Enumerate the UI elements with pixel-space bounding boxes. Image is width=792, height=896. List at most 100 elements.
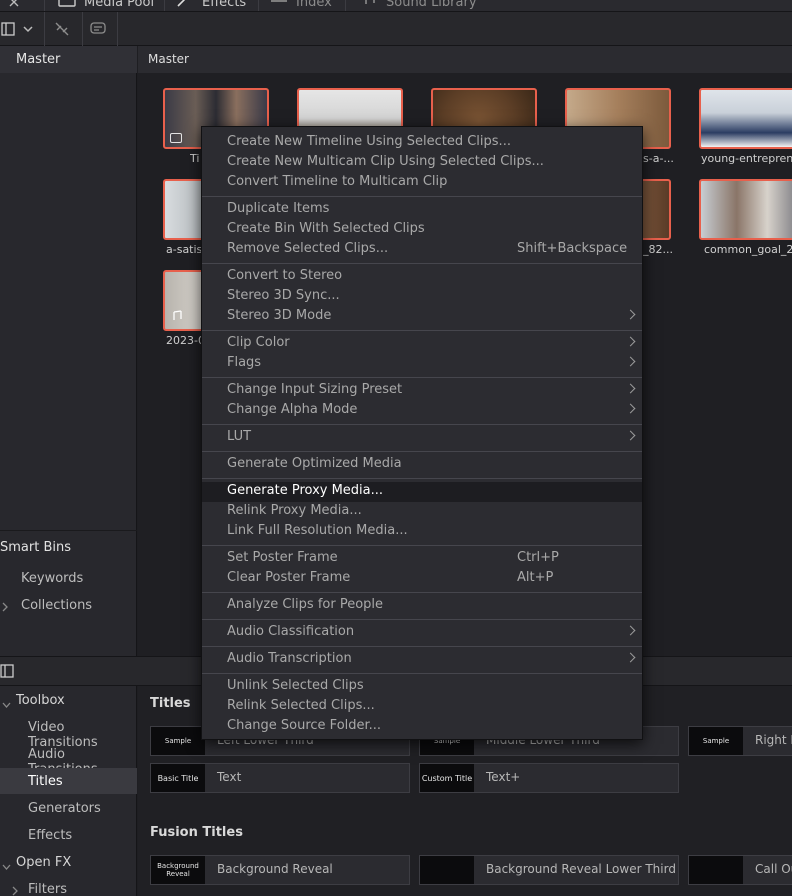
tab-label: Media Pool (84, 0, 155, 10)
bin-master[interactable]: Master (0, 46, 137, 73)
effect-name: Text+ (486, 770, 521, 784)
menu-item-link-full-resolution-media[interactable]: Link Full Resolution Media... (202, 522, 642, 542)
chevron-down-icon[interactable] (2, 697, 11, 712)
menu-item-clear-poster-frame[interactable]: Clear Poster Frame Alt+P (202, 569, 642, 589)
menu-item-audio-transcription[interactable]: Audio Transcription (202, 650, 642, 670)
effect-card-text-plus[interactable]: Custom Title Text+ (419, 763, 679, 793)
menu-separator (202, 377, 642, 378)
toolbar-divider (117, 12, 118, 46)
menu-item-relink-selected-clips[interactable]: Relink Selected Clips... (202, 697, 642, 717)
menu-item-change-source-folder[interactable]: Change Source Folder... (202, 717, 642, 737)
tab-media-pool[interactable]: Media Pool (58, 0, 155, 11)
effect-card-right-lower-third[interactable]: Sample Right Lo (688, 726, 792, 756)
menu-item-lut[interactable]: LUT (202, 428, 642, 448)
menu-item-analyze-clips-for-people[interactable]: Analyze Clips for People (202, 596, 642, 616)
menu-item-shortcut: Alt+P (517, 570, 554, 585)
chevron-down-icon[interactable] (20, 18, 36, 40)
metadata-icon[interactable] (86, 18, 110, 40)
clip-label: _82... (643, 243, 673, 256)
tab-index[interactable]: Index (270, 0, 332, 11)
bin-list-panel: Master Smart Bins Keywords Collections (0, 46, 137, 656)
clip-thumbnail[interactable] (699, 179, 792, 240)
tab-effects[interactable]: Effects (176, 0, 247, 11)
clip-thumbnail[interactable] (699, 88, 792, 149)
tab-label: Sound Library (386, 0, 477, 10)
menu-item-change-alpha-mode[interactable]: Change Alpha Mode (202, 401, 642, 421)
menu-separator (202, 263, 642, 264)
submenu-chevron-icon (625, 383, 636, 394)
menu-item-flags[interactable]: Flags (202, 354, 642, 374)
smart-bin-collections[interactable]: Collections (21, 598, 92, 613)
menu-item-stereo-3d-mode[interactable]: Stereo 3D Mode (202, 307, 642, 327)
section-titles-heading: Titles (150, 696, 191, 711)
media-pool-header: Master (138, 46, 792, 73)
chevron-down-icon[interactable] (2, 859, 11, 874)
menu-item-label: Change Input Sizing Preset (227, 382, 403, 397)
smart-bins-divider (0, 530, 137, 531)
tree-toolbox[interactable]: Toolbox (16, 693, 65, 708)
menu-item-remove-selected-clips[interactable]: Remove Selected Clips... Shift+Backspace (202, 240, 642, 260)
effect-thumbnail (420, 856, 474, 884)
tree-generators[interactable]: Generators (28, 801, 101, 816)
tree-open-fx[interactable]: Open FX (16, 855, 71, 870)
menu-separator (202, 424, 642, 425)
menu-item-create-new-timeline[interactable]: Create New Timeline Using Selected Clips… (202, 133, 642, 153)
submenu-chevron-icon (625, 625, 636, 636)
menu-separator (202, 451, 642, 452)
tree-video-transitions[interactable]: Video Transitions (28, 720, 136, 750)
menu-item-convert-timeline-multicam[interactable]: Convert Timeline to Multicam Clip (202, 173, 642, 193)
chevron-right-icon[interactable] (2, 601, 8, 616)
menu-item-create-multicam-clip[interactable]: Create New Multicam Clip Using Selected … (202, 153, 642, 173)
effect-thumbnail: Background Reveal (151, 856, 205, 884)
submenu-chevron-icon (625, 309, 636, 320)
menu-item-clip-color[interactable]: Clip Color (202, 334, 642, 354)
close-icon[interactable] (8, 0, 20, 11)
effect-thumbnail: Sample (151, 727, 205, 755)
effect-card-call-out[interactable]: Call Ou (688, 855, 792, 885)
tree-effects[interactable]: Effects (28, 828, 72, 843)
submenu-chevron-icon (625, 430, 636, 441)
chevron-right-icon[interactable] (12, 885, 18, 896)
menu-item-label: Audio Classification (227, 624, 355, 639)
panel-toggle-icon[interactable] (0, 664, 14, 682)
effect-thumbnail: Basic Title (151, 764, 205, 792)
section-fusion-titles-heading: Fusion Titles (150, 825, 243, 840)
menu-item-label: Relink Selected Clips... (227, 698, 375, 713)
menu-item-convert-to-stereo[interactable]: Convert to Stereo (202, 267, 642, 287)
menu-separator (202, 196, 642, 197)
menu-item-stereo-3d-sync[interactable]: Stereo 3D Sync... (202, 287, 642, 307)
menu-item-unlink-selected-clips[interactable]: Unlink Selected Clips (202, 677, 642, 697)
menu-item-change-input-sizing-preset[interactable]: Change Input Sizing Preset (202, 381, 642, 401)
effect-card-background-reveal-lower-third[interactable]: Background Reveal Lower Third (419, 855, 679, 885)
smart-bin-keywords[interactable]: Keywords (21, 571, 83, 586)
menu-item-generate-optimized-media[interactable]: Generate Optimized Media (202, 455, 642, 475)
menu-item-create-bin[interactable]: Create Bin With Selected Clips (202, 220, 642, 240)
tab-sound-library[interactable]: Sound Library (360, 0, 477, 11)
menu-item-label: Audio Transcription (227, 651, 352, 666)
clip-label: 2023-0 (166, 334, 201, 347)
tree-titles[interactable]: Titles (28, 774, 63, 789)
menu-item-duplicate-items[interactable]: Duplicate Items (202, 200, 642, 220)
unlink-icon[interactable] (50, 18, 74, 40)
tab-label: Index (296, 0, 332, 10)
music-note-icon (360, 0, 378, 11)
effect-card-text[interactable]: Basic Title Text (150, 763, 410, 793)
menu-item-audio-classification[interactable]: Audio Classification (202, 623, 642, 643)
top-tab-bar: Media Pool Effects Index Sound Library (0, 0, 792, 12)
panel-toggle-icon[interactable] (0, 18, 16, 40)
effect-name: Background Reveal (217, 862, 333, 876)
submenu-chevron-icon (625, 652, 636, 663)
menu-item-relink-proxy-media[interactable]: Relink Proxy Media... (202, 502, 642, 522)
menu-item-label: Generate Proxy Media... (227, 483, 384, 498)
tree-filters[interactable]: Filters (28, 882, 67, 896)
menu-item-label: Unlink Selected Clips (227, 678, 364, 693)
menu-item-generate-proxy-media[interactable]: Generate Proxy Media... (202, 482, 642, 502)
menu-separator (202, 673, 642, 674)
effect-card-background-reveal[interactable]: Background Reveal Background Reveal (150, 855, 410, 885)
menu-item-label: Create New Timeline Using Selected Clips… (227, 134, 511, 149)
menu-separator (202, 619, 642, 620)
audio-note-icon (170, 310, 184, 326)
tab-divider (44, 0, 45, 11)
menu-item-set-poster-frame[interactable]: Set Poster Frame Ctrl+P (202, 549, 642, 569)
tab-label: Effects (202, 0, 247, 10)
